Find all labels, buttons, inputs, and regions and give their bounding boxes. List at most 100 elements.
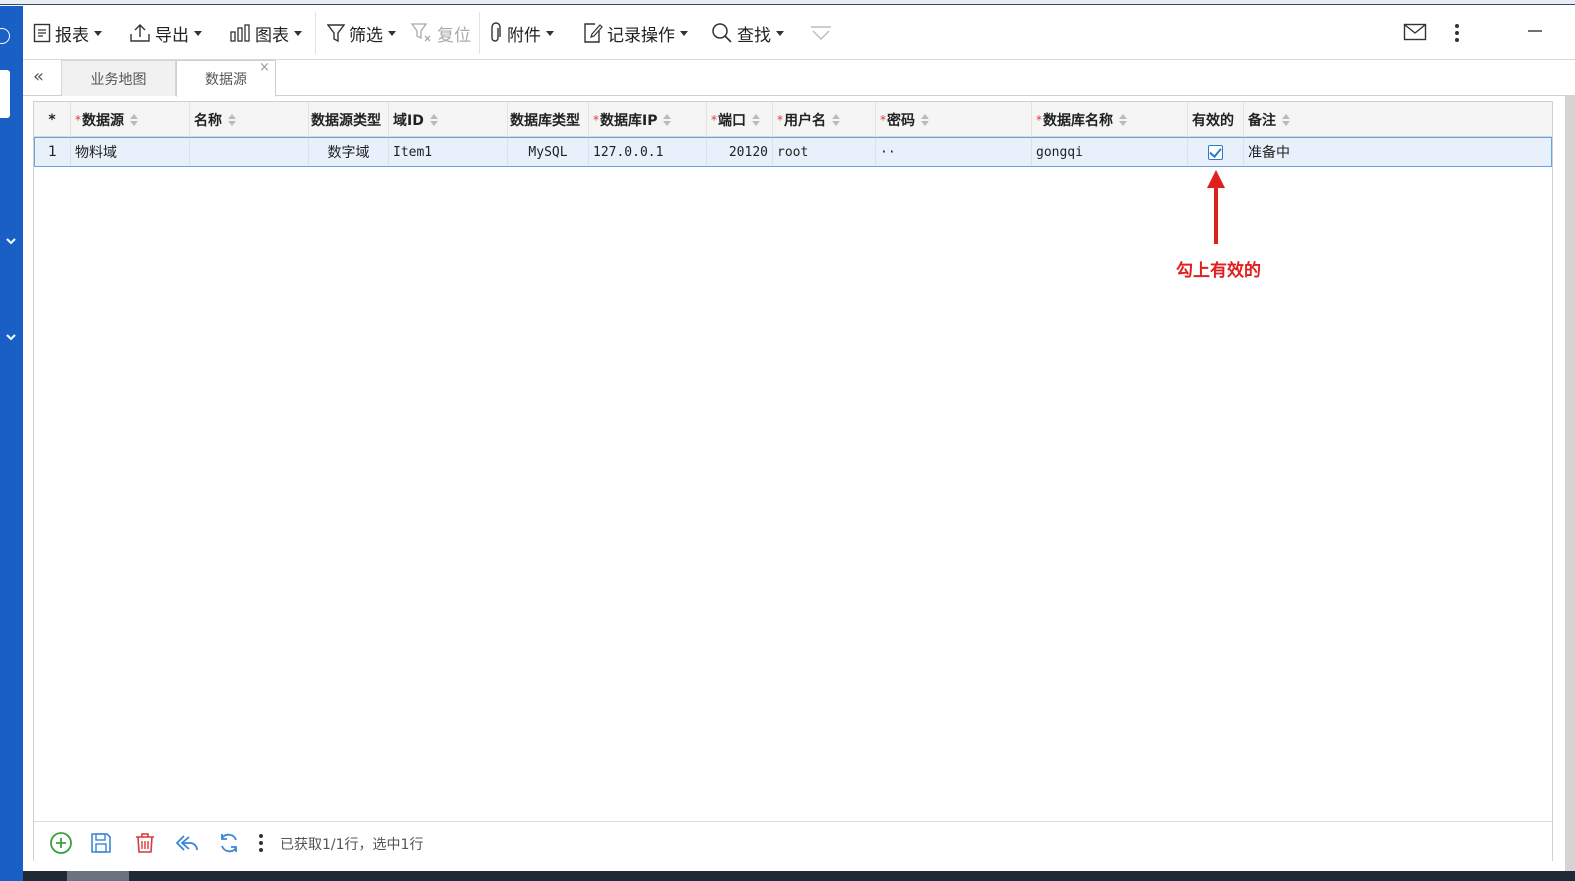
more-actions-button[interactable] xyxy=(248,830,274,856)
col-header-datasource[interactable]: * 数据源 xyxy=(71,102,190,137)
minimize-icon[interactable] xyxy=(1527,28,1543,34)
col-header-password[interactable]: * 密码 xyxy=(876,102,1032,137)
find-label: 查找 xyxy=(737,25,771,46)
valid-checkbox[interactable] xyxy=(1208,144,1223,160)
status-text: 已获取1/1行，选中1行 xyxy=(280,837,424,853)
cell-db-name[interactable]: gongqi xyxy=(1032,138,1188,166)
annotation-arrow-icon xyxy=(1207,170,1225,244)
col-header-remark[interactable]: 备注 xyxy=(1244,102,1552,137)
attachment-label: 附件 xyxy=(507,25,541,46)
toolbar-divider xyxy=(315,12,316,54)
export-menu[interactable]: 导出 xyxy=(129,20,202,46)
filter-menu[interactable]: 筛选 xyxy=(327,20,396,46)
main-toolbar: 报表 导出 图表 筛选 复位 附件 记录操作 查找 xyxy=(23,6,1575,60)
cell-username[interactable]: root xyxy=(773,138,876,166)
add-button[interactable] xyxy=(48,830,74,856)
cell-name[interactable] xyxy=(190,138,309,166)
chart-label: 图表 xyxy=(255,25,289,46)
sort-icon[interactable] xyxy=(429,113,439,127)
collapse-toolbar-button[interactable] xyxy=(809,20,837,46)
cell-password[interactable]: ·· xyxy=(876,138,1032,166)
delete-button[interactable] xyxy=(132,830,158,856)
sort-icon[interactable] xyxy=(921,113,930,127)
cell-port[interactable]: 20120 xyxy=(707,138,773,166)
paperclip-icon xyxy=(491,22,501,42)
sort-icon[interactable] xyxy=(228,113,237,127)
tab-label: 数据源 xyxy=(205,71,247,88)
filter-icon xyxy=(327,24,345,43)
taskbar-edge xyxy=(23,871,1575,881)
rail-active-indicator xyxy=(0,70,10,118)
chart-menu[interactable]: 图表 xyxy=(229,20,302,46)
chevron-down-icon[interactable] xyxy=(4,330,18,344)
col-header-db-type[interactable]: 数据库类型 xyxy=(508,102,589,137)
tab-bar: « 业务地图 数据源 × xyxy=(23,60,1568,97)
cell-datasource[interactable]: 物料域 xyxy=(71,138,190,166)
sort-icon[interactable] xyxy=(1282,113,1291,127)
col-header-ds-type[interactable]: 数据源类型 xyxy=(309,102,389,137)
find-menu[interactable]: 查找 xyxy=(711,20,784,46)
col-header-name[interactable]: 名称 xyxy=(190,102,309,137)
chevron-down-icon[interactable] xyxy=(4,234,18,248)
window-top-border xyxy=(0,0,1575,5)
record-ops-label: 记录操作 xyxy=(607,25,675,46)
reset-filter-button[interactable]: 复位 xyxy=(411,20,471,46)
sort-icon[interactable] xyxy=(832,113,841,127)
report-menu[interactable]: 报表 xyxy=(33,20,102,46)
attachment-menu[interactable]: 附件 xyxy=(489,20,554,46)
double-chevron-left-icon[interactable]: « xyxy=(33,66,44,87)
toolbar-divider xyxy=(479,12,480,54)
clear-filter-icon xyxy=(411,23,431,42)
tab-label: 业务地图 xyxy=(90,71,147,88)
col-header-port[interactable]: * 端口 xyxy=(707,102,773,137)
mail-icon[interactable] xyxy=(1403,22,1427,42)
search-icon xyxy=(712,23,732,43)
close-tab-icon[interactable]: × xyxy=(259,60,270,75)
cell-valid[interactable] xyxy=(1188,138,1244,166)
col-header-domain-id[interactable]: 域ID xyxy=(389,102,508,137)
cell-remark[interactable]: 准备中 xyxy=(1244,138,1551,166)
col-header-valid[interactable]: 有效的 xyxy=(1188,102,1244,137)
grid-panel: * * 数据源 名称 数据源类型 域ID 数据库类型 * 数据库IP * 端口 * 用户… xyxy=(33,101,1553,861)
save-button[interactable] xyxy=(88,830,114,856)
cell-domain-id[interactable]: Item1 xyxy=(389,138,508,166)
cell-db-ip[interactable]: 127.0.0.1 xyxy=(589,138,707,166)
more-vertical-icon xyxy=(259,834,263,852)
more-vertical-icon[interactable] xyxy=(1453,22,1461,44)
sort-icon[interactable] xyxy=(752,113,761,127)
tab-business-map[interactable]: 业务地图 xyxy=(61,60,176,96)
report-icon xyxy=(33,23,51,43)
reset-label: 复位 xyxy=(437,25,471,46)
report-label: 报表 xyxy=(55,25,89,46)
undo-icon xyxy=(175,835,198,851)
collapse-icon xyxy=(811,26,831,40)
annotation-text: 勾上有效的 xyxy=(1176,261,1261,281)
col-header-db-ip[interactable]: * 数据库IP xyxy=(589,102,707,137)
grid-header: * * 数据源 名称 数据源类型 域ID 数据库类型 * 数据库IP * 端口 * 用户… xyxy=(34,102,1552,137)
edit-record-icon xyxy=(584,23,603,43)
trash-icon xyxy=(136,833,154,853)
col-header-row-marker: * xyxy=(34,102,71,137)
bar-chart-icon xyxy=(230,24,250,42)
right-scroll-edge xyxy=(1565,95,1575,871)
cell-db-type[interactable]: MySQL xyxy=(508,138,589,166)
refresh-button[interactable] xyxy=(216,830,242,856)
add-circle-icon xyxy=(50,832,72,854)
record-ops-menu[interactable]: 记录操作 xyxy=(583,20,688,46)
info-icon[interactable] xyxy=(0,28,10,44)
refresh-icon xyxy=(221,833,237,853)
undo-button[interactable] xyxy=(174,830,200,856)
upload-icon xyxy=(130,24,150,42)
col-header-db-name[interactable]: * 数据库名称 xyxy=(1032,102,1188,137)
filter-label: 筛选 xyxy=(349,25,383,46)
sort-icon[interactable] xyxy=(130,113,139,127)
sort-icon[interactable] xyxy=(1119,113,1128,127)
row-number: 1 xyxy=(35,138,71,166)
save-icon xyxy=(91,833,111,853)
col-header-username[interactable]: * 用户名 xyxy=(773,102,876,137)
cell-ds-type[interactable]: 数字域 xyxy=(309,138,389,166)
sort-icon[interactable] xyxy=(663,113,672,127)
table-row[interactable]: 1 物料域 数字域 Item1 MySQL 127.0.0.1 20120 ro… xyxy=(34,137,1552,167)
grid-footer: 已获取1/1行，选中1行 xyxy=(34,821,1552,861)
left-nav-rail xyxy=(0,6,23,881)
